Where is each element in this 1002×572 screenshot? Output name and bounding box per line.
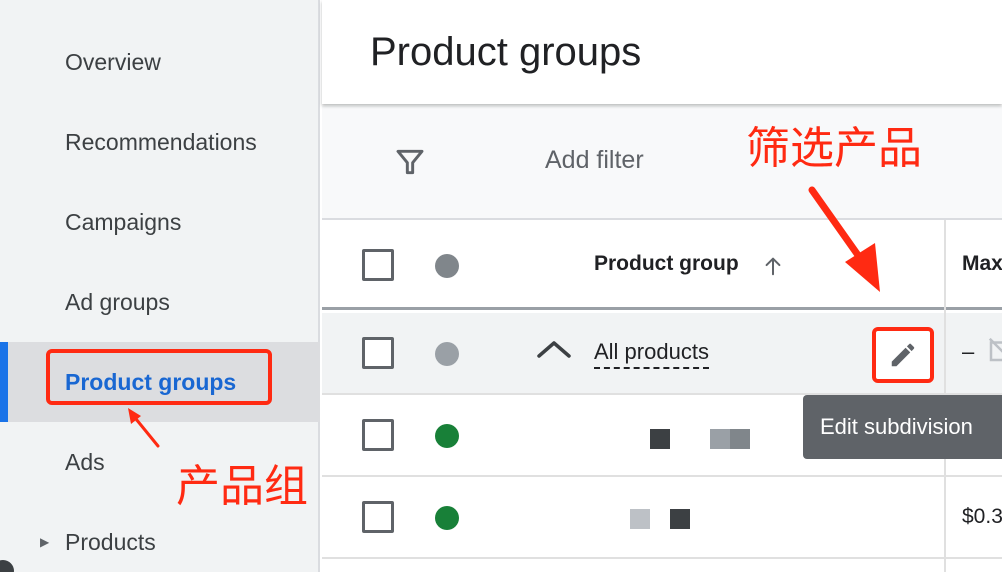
annotation-filter-products: 筛选产品 — [746, 123, 922, 174]
column-header-product-group[interactable]: Product group — [594, 252, 739, 276]
select-all-checkbox[interactable] — [362, 249, 394, 281]
page-header: Product groups — [322, 0, 1002, 104]
edit-subdivision-tooltip: Edit subdivision — [803, 395, 1002, 459]
row-checkbox[interactable] — [362, 337, 394, 369]
sidebar-item-label: Overview — [65, 48, 161, 75]
sidebar-item-label: Campaigns — [65, 208, 182, 235]
redacted-block — [730, 429, 750, 449]
status-dot — [435, 424, 459, 448]
table-row: All products – — [322, 313, 1002, 395]
page-title: Product groups — [370, 29, 642, 74]
sidebar-item-label: Recommendations — [65, 128, 257, 155]
caret-right-icon: ▶ — [40, 535, 50, 549]
sidebar-item-ad-groups[interactable]: Ad groups — [0, 262, 320, 342]
sidebar-item-campaigns[interactable]: Campaigns — [0, 182, 320, 262]
bid-value: $0.3 — [962, 505, 1002, 528]
sidebar-item-recommendations[interactable]: Recommendations — [0, 102, 320, 182]
table-header: Product group Max — [322, 220, 1002, 310]
redacted-block — [670, 509, 690, 529]
row-checkbox[interactable] — [362, 419, 394, 451]
redacted-block — [650, 429, 670, 449]
sidebar-item-label: Products — [65, 528, 156, 555]
sidebar-item-label: Ads — [65, 448, 105, 475]
sidebar-item-label: Product groups — [65, 368, 237, 395]
table-row: $0.3 — [322, 477, 1002, 559]
status-header-icon — [435, 254, 459, 278]
add-filter-button[interactable]: Add filter — [545, 146, 644, 175]
redacted-block — [630, 509, 650, 529]
edit-subdivision-button[interactable] — [872, 327, 934, 383]
row-checkbox[interactable] — [362, 501, 394, 533]
annotation-product-group: 产品组 — [176, 461, 308, 512]
bid-value: – — [962, 339, 975, 364]
chevron-up-icon[interactable] — [536, 337, 572, 361]
sidebar-item-overview[interactable]: Overview — [0, 22, 320, 102]
main-content: Product groups Add filter Product group … — [322, 0, 1002, 572]
product-group-name[interactable]: All products — [594, 339, 709, 369]
filter-icon[interactable] — [394, 146, 426, 178]
excluded-icon — [988, 337, 1002, 362]
status-dot — [435, 506, 459, 530]
sidebar-item-label: Ad groups — [65, 288, 170, 315]
pencil-icon — [891, 343, 915, 367]
active-indicator — [0, 342, 8, 422]
redacted-block — [710, 429, 732, 449]
column-header-max-cpc[interactable]: Max — [962, 252, 1002, 276]
arrow-up-icon[interactable] — [762, 254, 784, 278]
sidebar-item-product-groups[interactable]: Product groups — [0, 342, 320, 422]
status-dot — [435, 342, 459, 366]
